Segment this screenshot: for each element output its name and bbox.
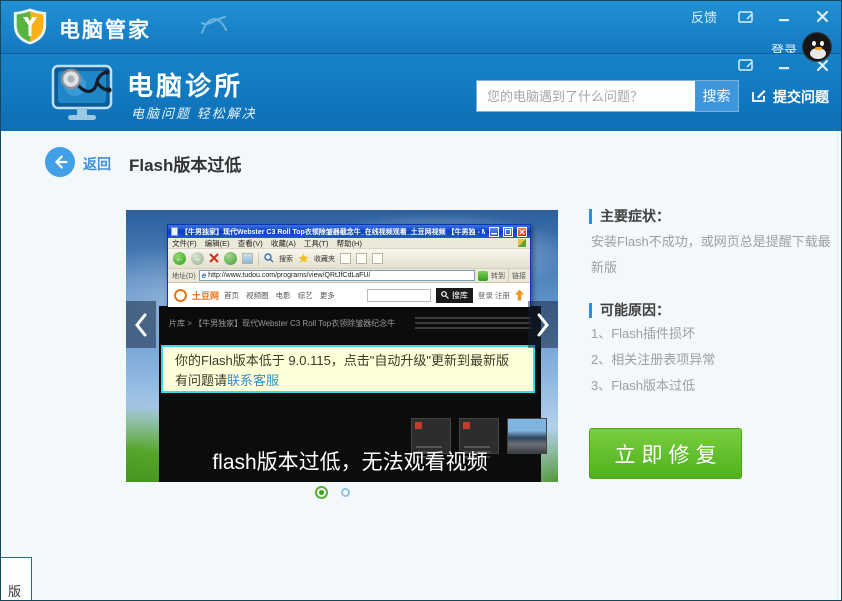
address-url: http://www.tudou.com/programs/view/QRtJf… [208, 272, 370, 279]
tudou-search-button: 搜库 [436, 288, 473, 303]
clinic-monitor-stethoscope-icon [47, 60, 119, 131]
issue-screenshot-carousel: 片库 > 【牛男独家】现代Webster C3 Roll Top衣领除皱器纪念牛… [126, 210, 558, 482]
message-box-icon[interactable] [737, 8, 755, 26]
tudou-search-input [367, 289, 431, 302]
print-icon [372, 253, 383, 264]
clinic-header: 电脑诊所 电脑问题 轻松解决 搜索 提交问题 [1, 53, 842, 131]
favorites-star-icon [298, 253, 309, 265]
tudou-breadcrumb: 片库 > 【牛男独家】现代Webster C3 Roll Top衣领除皱器纪念牛 [169, 318, 395, 329]
carousel-dot[interactable] [341, 488, 350, 497]
ie-titlebar: 【牛男独家】现代Webster C3 Roll Top衣领除皱器截念牛_在线视频… [168, 225, 530, 238]
login-label[interactable]: 登录 [771, 40, 797, 53]
version-tooltip-clipped: 版 [0, 557, 32, 601]
chevron-left-icon [134, 312, 148, 338]
back-button[interactable] [45, 147, 75, 177]
penguin-eye [812, 41, 816, 46]
ie-window-title: 【牛男独家】现代Webster C3 Roll Top衣领除皱器截念牛_在线视频… [181, 227, 485, 237]
ie-toolbar-search-label: 搜索 [279, 254, 293, 264]
page-title: Flash版本过低 [129, 151, 241, 176]
manager-titlebar: 电脑管家 反馈 登录 [1, 1, 842, 53]
callout-line1: 你的Flash版本低于 9.0.115，点击"自动升级"更新到最新版 [175, 351, 521, 371]
back-label[interactable]: 返回 [83, 154, 111, 174]
ie-document-icon [171, 227, 178, 236]
message-box-icon[interactable] [737, 56, 755, 74]
mail-icon [356, 253, 367, 264]
fix-now-button[interactable]: 立即修复 [589, 428, 742, 479]
close-icon[interactable] [813, 8, 831, 26]
feedback-button[interactable]: 反馈 [691, 7, 717, 26]
ie-toolbar-favorites-label: 收藏夹 [314, 254, 335, 264]
cause-item: 3、Flash版本过低 [591, 373, 715, 399]
causes-list: 1、Flash插件损坏 2、相关注册表项异常 3、Flash版本过低 [591, 321, 715, 399]
symptoms-text: 安装Flash不成功，或网页总是提醒下载最新版 [591, 229, 835, 281]
clinic-tagline: 电脑问题 轻松解决 [131, 103, 257, 122]
symptoms-heading: 主要症状： [589, 206, 670, 226]
cause-item: 1、Flash插件损坏 [591, 321, 715, 347]
signature-swirl-icon [199, 13, 229, 42]
stop-icon [209, 253, 219, 265]
submit-question-button[interactable]: 提交问题 [751, 87, 829, 107]
refresh-icon [224, 252, 237, 265]
minimize-icon[interactable] [775, 8, 793, 26]
minimize-icon[interactable] [775, 56, 793, 74]
contact-support-link: 联系客服 [227, 373, 279, 388]
causes-heading: 可能原因： [589, 300, 670, 320]
history-icon [340, 253, 351, 264]
carousel-next-button[interactable] [528, 301, 558, 348]
carousel-pagination [319, 488, 350, 497]
clinic-search-box: 搜索 [476, 80, 739, 112]
carousel-prev-button[interactable] [126, 301, 156, 348]
ie-menu-items: 文件(F) 编辑(E) 查看(V) 收藏(A) 工具(T) 帮助(H) [172, 238, 362, 249]
ie-menubar: 文件(F) 编辑(E) 查看(V) 收藏(A) 工具(T) 帮助(H) [168, 238, 530, 249]
carousel-dot-active[interactable] [319, 490, 324, 495]
clinic-title: 电脑诊所 [127, 66, 243, 103]
search-input[interactable] [477, 81, 695, 111]
chevron-right-icon [536, 312, 550, 338]
links-label: 链接 [512, 271, 526, 281]
ie-minimize-icon [489, 227, 499, 237]
app-window: 电脑管家 反馈 登录 [0, 0, 842, 601]
penguin-eye [820, 41, 824, 46]
tudou-logo-text: 土豆网 [192, 289, 219, 302]
arrow-left-icon [49, 151, 71, 173]
callout-line2-text: 有问题请 [175, 373, 227, 388]
windows-flag-icon [518, 239, 526, 247]
forward-icon: → [191, 252, 204, 265]
tudou-nav: 首页 视频圈 电影 综艺 更多 [224, 290, 335, 301]
go-icon [478, 271, 488, 281]
flash-warning-callout: 你的Flash版本低于 9.0.115，点击"自动升级"更新到最新版 有问题请联… [161, 345, 535, 393]
shield-logo-icon [11, 7, 49, 50]
home-icon [242, 253, 253, 264]
ie-browser-window: 【牛男独家】现代Webster C3 Roll Top衣领除皱器截念牛_在线视频… [167, 224, 531, 306]
app-title: 电脑管家 [59, 14, 151, 44]
tudou-logo-icon [174, 289, 187, 302]
cause-item: 2、相关注册表项异常 [591, 347, 715, 373]
upload-arrow-icon [515, 290, 524, 301]
search-magnifier-icon [264, 253, 274, 265]
ie-addressbar: 地址(D) e http://www.tudou.com/programs/vi… [168, 269, 530, 283]
penguin-beak [815, 47, 822, 50]
magnifier-icon [441, 291, 449, 299]
qq-avatar[interactable] [802, 32, 832, 62]
tudou-account-links: 登录 注册 [478, 290, 510, 301]
search-button[interactable]: 搜索 [695, 81, 738, 111]
pencil-square-icon [751, 88, 766, 106]
ie-maximize-icon [503, 227, 513, 237]
back-icon: ← [173, 252, 186, 265]
screenshot-caption: flash版本过低，无法观看视频 [159, 446, 541, 476]
address-label: 地址(D) [172, 271, 196, 281]
address-input: e http://www.tudou.com/programs/view/QRt… [199, 270, 475, 281]
ie-toolbar: ← → 搜索 收藏夹 [168, 249, 530, 269]
ie-e-icon: e [202, 271, 206, 280]
submit-question-label: 提交问题 [773, 87, 829, 107]
go-label: 转到 [491, 271, 505, 281]
sidebar-thumb-labels [409, 314, 537, 329]
tudou-site-header: 土豆网 首页 视频圈 电影 综艺 更多 搜库 登录 注册 [168, 283, 530, 307]
panel-divider [837, 131, 838, 600]
ie-close-icon [517, 227, 527, 237]
